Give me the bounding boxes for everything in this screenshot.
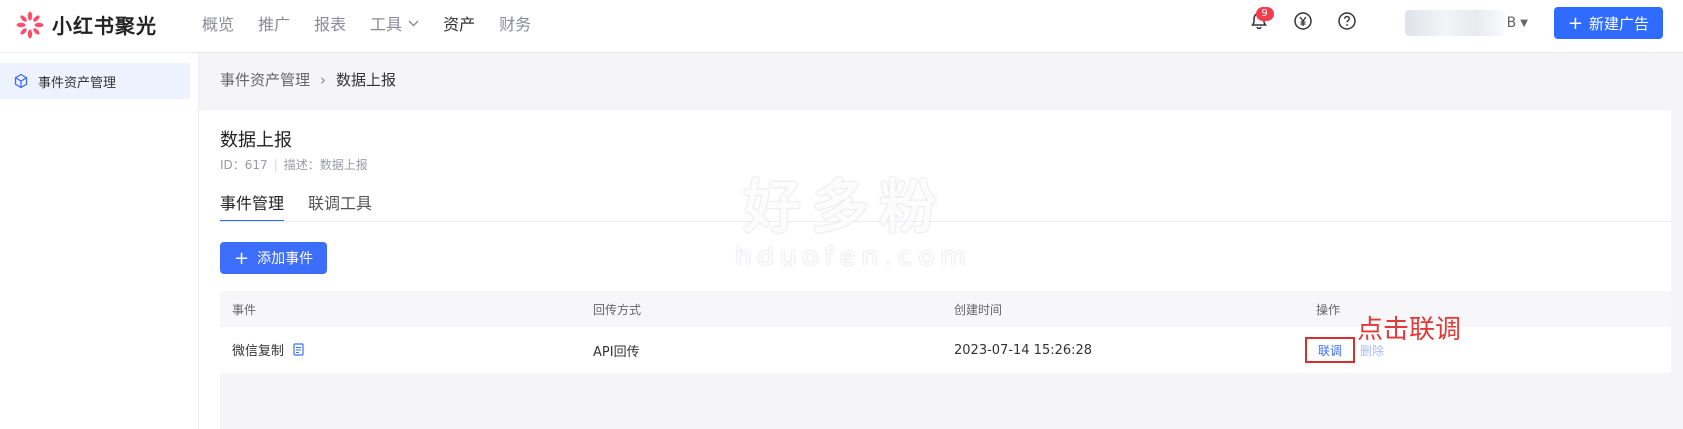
- breadcrumb: 事件资产管理 › 数据上报: [220, 69, 396, 90]
- account-name: B: [1506, 15, 1517, 31]
- asset-id: ID：617: [220, 158, 268, 172]
- sidebar-item-event-assets[interactable]: 事件资产管理: [0, 63, 190, 99]
- plus-icon: +: [234, 247, 250, 269]
- sidebar-item-label: 事件资产管理: [38, 75, 117, 91]
- chevron-down-icon: [408, 17, 419, 30]
- nav-item-overview[interactable]: 概览: [202, 11, 234, 35]
- nav-label: 推广: [258, 15, 291, 34]
- main-content: 事件资产管理 › 数据上报 数据上报 ID：617 | 描述：数据上报 事件管理…: [199, 53, 1683, 429]
- top-navigation-bar: 小红书聚光 概览 推广 报表 工具 资产 财务 9 B ▼ + 新建广告: [0, 0, 1683, 53]
- brand-logo[interactable]: 小红书聚光: [16, 10, 157, 39]
- yen-icon: [1293, 11, 1313, 35]
- nav-item-reports[interactable]: 报表: [314, 11, 346, 35]
- breadcrumb-separator: ›: [320, 70, 327, 89]
- annotation-text: 点击联调: [1357, 315, 1462, 345]
- nav-item-finance[interactable]: 财务: [499, 11, 531, 35]
- logo-icon: [16, 11, 44, 39]
- avatar: [1404, 10, 1505, 36]
- plus-icon: +: [1567, 12, 1583, 34]
- asset-description: 描述：数据上报: [283, 158, 368, 172]
- tab-divider: [220, 221, 1671, 222]
- method-cell: API回传: [593, 344, 640, 360]
- help-icon: [1337, 11, 1357, 35]
- finance-button[interactable]: [1289, 9, 1317, 37]
- event-cell: 微信复制: [232, 340, 305, 360]
- brand-name: 小红书聚光: [52, 14, 157, 38]
- sidebar: 事件资产管理: [0, 53, 199, 429]
- table-empty-area: [220, 373, 1671, 429]
- tab-bar: 事件管理 联调工具: [220, 190, 396, 222]
- tab-debug-tool[interactable]: 联调工具: [308, 190, 372, 222]
- created-cell: 2023-07-14 15:26:28: [954, 342, 1093, 358]
- debug-link[interactable]: 联调: [1318, 342, 1342, 359]
- meta-divider: |: [273, 157, 278, 172]
- event-name: 微信复制: [232, 344, 285, 359]
- help-button[interactable]: [1333, 9, 1361, 37]
- column-header-created: 创建时间: [954, 302, 1003, 317]
- column-header-actions: 操作: [1316, 302, 1341, 317]
- nav-item-assets[interactable]: 资产: [443, 11, 475, 35]
- nav-item-tools[interactable]: 工具: [370, 11, 419, 35]
- page-title: 数据上报: [220, 130, 292, 151]
- new-ad-label: 新建广告: [1588, 14, 1649, 33]
- asset-detail-card: 数据上报 ID：617 | 描述：数据上报 事件管理 联调工具 + 添加事件 事…: [199, 110, 1671, 429]
- new-ad-button[interactable]: + 新建广告: [1553, 7, 1663, 39]
- nav-label: 报表: [314, 15, 347, 34]
- debug-highlight-box: 联调: [1305, 337, 1355, 363]
- breadcrumb-parent[interactable]: 事件资产管理: [220, 69, 310, 90]
- tab-event-management[interactable]: 事件管理: [220, 190, 285, 222]
- main-nav: 概览 推广 报表 工具 资产 财务: [202, 0, 555, 46]
- column-header-method: 回传方式: [593, 302, 642, 317]
- header-actions: 9 B ▼ + 新建广告: [1229, 0, 1663, 46]
- account-menu[interactable]: B ▼: [1404, 10, 1528, 36]
- nav-label: 工具: [370, 15, 403, 34]
- caret-down-icon: ▼: [1520, 17, 1528, 29]
- nav-item-promotion[interactable]: 推广: [258, 11, 290, 35]
- document-icon[interactable]: [293, 343, 305, 360]
- nav-label: 资产: [443, 15, 476, 34]
- notification-badge: 9: [1255, 7, 1274, 21]
- cube-icon: [12, 72, 30, 90]
- notifications-button[interactable]: 9: [1245, 7, 1274, 37]
- nav-label: 财务: [499, 15, 532, 34]
- breadcrumb-current: 数据上报: [336, 71, 397, 89]
- add-event-button[interactable]: + 添加事件: [220, 242, 328, 274]
- asset-meta: ID：617 | 描述：数据上报: [220, 156, 368, 173]
- column-header-event: 事件: [232, 302, 257, 317]
- nav-label: 概览: [202, 15, 235, 34]
- add-event-label: 添加事件: [257, 251, 314, 267]
